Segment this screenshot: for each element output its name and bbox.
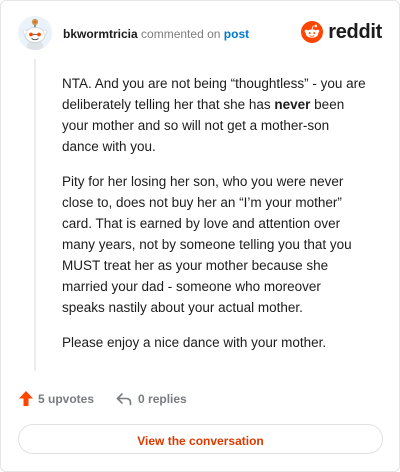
comment-paragraph: NTA. And you are not being “thoughtless”… [62,76,366,154]
upvote-count: 5 upvotes [38,391,95,406]
comment-paragraph: Pity for her losing her son, who you wer… [62,174,352,315]
reply-count: 0 replies [138,391,187,406]
post-link[interactable]: post [224,27,249,41]
username-link[interactable]: bkwormtricia [63,27,138,41]
comment-embed-card: bkwormtricia commented on post reddit NT… [0,0,400,472]
reddit-logo-icon [301,21,324,43]
view-conversation-button[interactable]: View the conversation [18,424,383,454]
thread-line[interactable] [34,59,36,371]
upvote-arrow-icon [19,391,33,406]
reddit-brand[interactable]: reddit [301,21,382,43]
emphasis-text: never [274,97,311,112]
upvote-button[interactable]: 5 upvotes [19,391,94,406]
comment-paragraph: Please enjoy a nice dance with your moth… [62,335,327,350]
reply-arrow-icon [116,392,132,405]
user-avatar-icon[interactable] [18,16,52,50]
reply-button[interactable]: 0 replies [116,392,187,406]
reddit-wordmark: reddit [328,21,382,43]
commented-on-text: commented on [141,27,221,41]
comment-header: bkwormtricia commented on post [63,27,249,41]
comment-actions: 5 upvotes 0 replies [19,391,187,406]
comment-body: NTA. And you are not being “thoughtless”… [62,73,367,367]
